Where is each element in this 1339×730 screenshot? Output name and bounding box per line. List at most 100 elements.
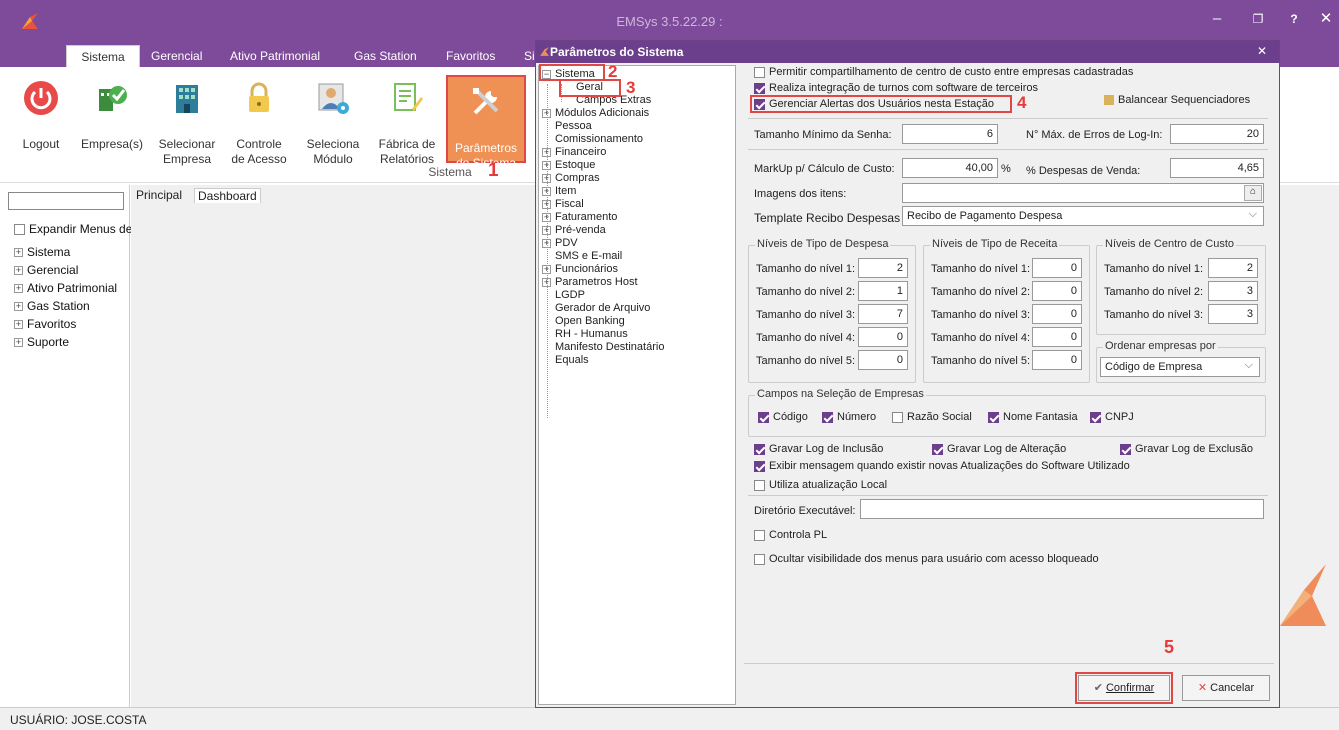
help-button[interactable]: ? xyxy=(1282,8,1306,30)
nav-item-sistema[interactable]: + Sistema xyxy=(14,245,70,259)
seleciona-modulo-button[interactable]: Seleciona Módulo xyxy=(302,73,364,173)
annotation-3: 3 xyxy=(626,78,636,97)
expand-icon[interactable]: + xyxy=(542,173,551,183)
tree-node[interactable]: Equals xyxy=(542,354,589,367)
tree-node[interactable]: + Módulos Adicionais xyxy=(542,107,649,120)
despesas-input[interactable]: 4,65 xyxy=(1170,158,1264,178)
senha-label: Tamanho Mínimo da Senha: xyxy=(754,129,892,141)
fabrica-relatorios-button[interactable]: Fábrica de Relatórios xyxy=(376,73,438,173)
menu-search-input[interactable] xyxy=(8,192,124,210)
expandir-menus-checkbox[interactable]: Expandir Menus de xyxy=(14,222,132,236)
nivel-input[interactable]: 1 xyxy=(858,281,908,301)
tree-node[interactable]: + PDV xyxy=(542,237,578,250)
tree-node[interactable]: + Financeiro xyxy=(542,146,606,159)
tab-ativo-patrimonial[interactable]: Ativo Patrimonial xyxy=(222,45,328,67)
tree-node[interactable]: Gerador de Arquivo xyxy=(542,302,650,315)
nivel-input[interactable]: 0 xyxy=(1032,258,1082,278)
diretorio-input[interactable] xyxy=(860,499,1264,519)
campo-cnpj-check[interactable]: CNPJ xyxy=(1090,411,1134,423)
senha-input[interactable]: 6 xyxy=(902,124,998,144)
expand-icon[interactable]: + xyxy=(542,186,551,196)
controla-pl-check[interactable]: Controla PL xyxy=(754,529,827,541)
check-integracao-turnos[interactable]: Realiza integração de turnos com softwar… xyxy=(754,82,1038,94)
close-app-button[interactable]: ✕ xyxy=(1314,8,1338,30)
atualizacao-local-check[interactable]: Utiliza atualização Local xyxy=(754,479,887,491)
exibir-mensagem-check[interactable]: Exibir mensagem quando existir novas Atu… xyxy=(754,460,1130,472)
ocultar-menus-check[interactable]: Ocultar visibilidade dos menus para usuá… xyxy=(754,553,1099,565)
erros-input[interactable]: 20 xyxy=(1170,124,1264,144)
tab-gas-station[interactable]: Gas Station xyxy=(346,45,425,67)
tree-node[interactable]: + Faturamento xyxy=(542,211,617,224)
maximize-button[interactable]: ❐ xyxy=(1246,8,1270,30)
tree-node[interactable]: + Parametros Host xyxy=(542,276,638,289)
tab-favoritos[interactable]: Favoritos xyxy=(438,45,503,67)
check-compartilhamento[interactable]: Permitir compartilhamento de centro de c… xyxy=(754,66,1133,78)
campo-razao-check[interactable]: Razão Social xyxy=(892,411,972,423)
tab-principal[interactable]: Principal xyxy=(136,188,182,202)
tree-node[interactable]: + Pré-venda xyxy=(542,224,606,237)
ordenar-select[interactable]: Código de Empresa ⌵ xyxy=(1100,357,1260,377)
minimize-button[interactable]: – xyxy=(1205,8,1229,30)
nav-item-favoritos[interactable]: + Favoritos xyxy=(14,317,76,331)
campo-codigo-check[interactable]: Código xyxy=(758,411,808,423)
nivel-input[interactable]: 0 xyxy=(1032,327,1082,347)
expand-icon[interactable]: + xyxy=(542,108,551,118)
tree-node[interactable]: + Compras xyxy=(542,172,600,185)
tab-gerencial[interactable]: Gerencial xyxy=(143,45,210,67)
campo-numero-check[interactable]: Número xyxy=(822,411,876,423)
nav-item-gas-station[interactable]: + Gas Station xyxy=(14,299,90,313)
tree-node[interactable]: + Fiscal xyxy=(542,198,584,211)
empresas-button[interactable]: Empresa(s) xyxy=(74,73,150,173)
logout-button[interactable]: Logout xyxy=(10,73,72,173)
expand-icon[interactable]: + xyxy=(542,225,551,235)
expand-icon[interactable]: + xyxy=(542,264,551,274)
expand-icon[interactable]: + xyxy=(542,212,551,222)
expand-icon[interactable]: + xyxy=(542,277,551,287)
selecionar-empresa-button[interactable]: Selecionar Empresa xyxy=(154,73,220,173)
markup-input[interactable]: 40,00 xyxy=(902,158,998,178)
log-exclusao-check[interactable]: Gravar Log de Exclusão xyxy=(1120,443,1253,455)
tree-node[interactable]: RH - Humanus xyxy=(542,328,628,341)
balancear-sequenciadores-button[interactable]: Balancear Sequenciadores xyxy=(1104,94,1250,106)
expand-icon[interactable]: + xyxy=(542,199,551,209)
nivel-input[interactable]: 0 xyxy=(858,350,908,370)
log-alteracao-check[interactable]: Gravar Log de Alteração xyxy=(932,443,1066,455)
nivel-input[interactable]: 7 xyxy=(858,304,908,324)
tree-node[interactable]: + Estoque xyxy=(542,159,595,172)
controle-acesso-button[interactable]: Controle de Acesso xyxy=(228,73,290,173)
folder-browse-icon[interactable]: ⌂ xyxy=(1244,185,1262,201)
tree-node[interactable]: SMS e E-mail xyxy=(542,250,622,263)
nav-item-gerencial[interactable]: + Gerencial xyxy=(14,263,78,277)
expand-icon[interactable]: + xyxy=(542,160,551,170)
tree-node[interactable]: + Item xyxy=(542,185,576,198)
nivel-input[interactable]: 0 xyxy=(1032,350,1082,370)
dialog-close-button[interactable]: ✕ xyxy=(1257,44,1267,58)
nivel-input[interactable]: 3 xyxy=(1208,281,1258,301)
template-select[interactable]: Recibo de Pagamento Despesa ⌵ xyxy=(902,206,1264,226)
checkbox xyxy=(892,411,903,423)
nivel-input[interactable]: 0 xyxy=(858,327,908,347)
nivel-input[interactable]: 0 xyxy=(1032,304,1082,324)
nivel-input[interactable]: 2 xyxy=(1208,258,1258,278)
tree-node[interactable]: LGDP xyxy=(542,289,585,302)
tree-node[interactable]: Pessoa xyxy=(542,120,592,133)
nivel-input[interactable]: 2 xyxy=(858,258,908,278)
campo-fantasia-check[interactable]: Nome Fantasia xyxy=(988,411,1078,423)
cancelar-button[interactable]: ✕ Cancelar xyxy=(1182,675,1270,701)
tab-dashboard[interactable]: Dashboard xyxy=(194,188,261,203)
imagens-input[interactable] xyxy=(902,183,1264,203)
nav-item-ativo-patrimonial[interactable]: + Ativo Patrimonial xyxy=(14,281,117,295)
nav-item-suporte[interactable]: + Suporte xyxy=(14,335,69,349)
tree-node[interactable]: Open Banking xyxy=(542,315,625,328)
tree-node[interactable]: + Funcionários xyxy=(542,263,618,276)
tree-node[interactable]: Manifesto Destinatário xyxy=(542,341,664,354)
tab-sistema[interactable]: Sistema xyxy=(66,45,140,67)
nivel-input[interactable]: 3 xyxy=(1208,304,1258,324)
nivel-label: Tamanho do nível 1: xyxy=(931,263,1031,275)
expand-icon[interactable]: + xyxy=(542,147,551,157)
expand-icon[interactable]: + xyxy=(542,238,551,248)
log-inclusao-check[interactable]: Gravar Log de Inclusão xyxy=(754,443,883,455)
tree-node[interactable]: Comissionamento xyxy=(542,133,643,146)
parametros-sistema-button[interactable]: Parâmetros do Sistema xyxy=(446,75,526,170)
nivel-input[interactable]: 0 xyxy=(1032,281,1082,301)
